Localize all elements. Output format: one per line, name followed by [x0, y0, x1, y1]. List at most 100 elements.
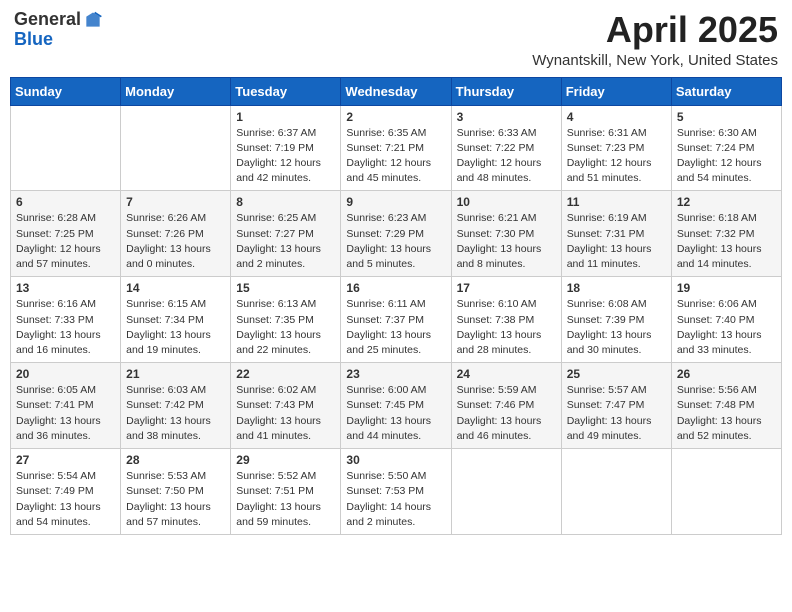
- sunrise-text: Sunrise: 6:11 AM: [346, 298, 425, 310]
- sunrise-text: Sunrise: 6:28 AM: [16, 212, 96, 224]
- sunrise-text: Sunrise: 6:35 AM: [346, 127, 426, 139]
- header-wednesday: Wednesday: [341, 77, 451, 105]
- day-info: Sunrise: 6:11 AM Sunset: 7:37 PM Dayligh…: [346, 297, 445, 358]
- daylight-text: Daylight: 12 hours and 51 minutes.: [567, 157, 652, 184]
- calendar-cell: 17 Sunrise: 6:10 AM Sunset: 7:38 PM Dayl…: [451, 277, 561, 363]
- day-info: Sunrise: 5:56 AM Sunset: 7:48 PM Dayligh…: [677, 383, 776, 444]
- day-info: Sunrise: 6:05 AM Sunset: 7:41 PM Dayligh…: [16, 383, 115, 444]
- sunset-text: Sunset: 7:49 PM: [16, 485, 94, 497]
- calendar-cell: 1 Sunrise: 6:37 AM Sunset: 7:19 PM Dayli…: [231, 105, 341, 191]
- sunset-text: Sunset: 7:53 PM: [346, 485, 424, 497]
- day-info: Sunrise: 5:53 AM Sunset: 7:50 PM Dayligh…: [126, 469, 225, 530]
- day-number: 19: [677, 281, 776, 295]
- day-number: 27: [16, 453, 115, 467]
- calendar-week-1: 1 Sunrise: 6:37 AM Sunset: 7:19 PM Dayli…: [11, 105, 782, 191]
- calendar-cell: 7 Sunrise: 6:26 AM Sunset: 7:26 PM Dayli…: [121, 191, 231, 277]
- sunset-text: Sunset: 7:38 PM: [457, 314, 535, 326]
- day-info: Sunrise: 6:00 AM Sunset: 7:45 PM Dayligh…: [346, 383, 445, 444]
- sunrise-text: Sunrise: 5:53 AM: [126, 470, 206, 482]
- calendar-cell: 3 Sunrise: 6:33 AM Sunset: 7:22 PM Dayli…: [451, 105, 561, 191]
- calendar-cell: 12 Sunrise: 6:18 AM Sunset: 7:32 PM Dayl…: [671, 191, 781, 277]
- daylight-text: Daylight: 13 hours and 30 minutes.: [567, 329, 652, 356]
- daylight-text: Daylight: 13 hours and 49 minutes.: [567, 415, 652, 442]
- day-number: 1: [236, 110, 335, 124]
- sunset-text: Sunset: 7:32 PM: [677, 228, 755, 240]
- calendar-cell: 19 Sunrise: 6:06 AM Sunset: 7:40 PM Dayl…: [671, 277, 781, 363]
- calendar-week-2: 6 Sunrise: 6:28 AM Sunset: 7:25 PM Dayli…: [11, 191, 782, 277]
- calendar-cell: 5 Sunrise: 6:30 AM Sunset: 7:24 PM Dayli…: [671, 105, 781, 191]
- day-number: 14: [126, 281, 225, 295]
- daylight-text: Daylight: 13 hours and 54 minutes.: [16, 501, 101, 528]
- sunrise-text: Sunrise: 5:52 AM: [236, 470, 316, 482]
- sunset-text: Sunset: 7:31 PM: [567, 228, 645, 240]
- day-number: 12: [677, 195, 776, 209]
- calendar-cell: 15 Sunrise: 6:13 AM Sunset: 7:35 PM Dayl…: [231, 277, 341, 363]
- calendar-cell: 8 Sunrise: 6:25 AM Sunset: 7:27 PM Dayli…: [231, 191, 341, 277]
- sunset-text: Sunset: 7:30 PM: [457, 228, 535, 240]
- day-number: 10: [457, 195, 556, 209]
- day-number: 17: [457, 281, 556, 295]
- daylight-text: Daylight: 13 hours and 57 minutes.: [126, 501, 211, 528]
- daylight-text: Daylight: 13 hours and 2 minutes.: [236, 243, 321, 270]
- day-info: Sunrise: 6:26 AM Sunset: 7:26 PM Dayligh…: [126, 211, 225, 272]
- daylight-text: Daylight: 13 hours and 16 minutes.: [16, 329, 101, 356]
- day-number: 4: [567, 110, 666, 124]
- calendar-cell: [671, 449, 781, 535]
- day-info: Sunrise: 6:03 AM Sunset: 7:42 PM Dayligh…: [126, 383, 225, 444]
- daylight-text: Daylight: 13 hours and 38 minutes.: [126, 415, 211, 442]
- calendar-cell: 4 Sunrise: 6:31 AM Sunset: 7:23 PM Dayli…: [561, 105, 671, 191]
- calendar-cell: 20 Sunrise: 6:05 AM Sunset: 7:41 PM Dayl…: [11, 363, 121, 449]
- sunrise-text: Sunrise: 5:54 AM: [16, 470, 96, 482]
- header-saturday: Saturday: [671, 77, 781, 105]
- logo-blue: Blue: [14, 29, 53, 49]
- day-number: 20: [16, 367, 115, 381]
- day-number: 23: [346, 367, 445, 381]
- sunrise-text: Sunrise: 6:26 AM: [126, 212, 206, 224]
- calendar-cell: 10 Sunrise: 6:21 AM Sunset: 7:30 PM Dayl…: [451, 191, 561, 277]
- sunset-text: Sunset: 7:51 PM: [236, 485, 314, 497]
- calendar-cell: 28 Sunrise: 5:53 AM Sunset: 7:50 PM Dayl…: [121, 449, 231, 535]
- sunset-text: Sunset: 7:39 PM: [567, 314, 645, 326]
- sunset-text: Sunset: 7:24 PM: [677, 142, 755, 154]
- daylight-text: Daylight: 13 hours and 44 minutes.: [346, 415, 431, 442]
- calendar-cell: 13 Sunrise: 6:16 AM Sunset: 7:33 PM Dayl…: [11, 277, 121, 363]
- day-number: 11: [567, 195, 666, 209]
- sunrise-text: Sunrise: 5:57 AM: [567, 384, 647, 396]
- calendar-table: Sunday Monday Tuesday Wednesday Thursday…: [10, 77, 782, 535]
- calendar-cell: 22 Sunrise: 6:02 AM Sunset: 7:43 PM Dayl…: [231, 363, 341, 449]
- day-info: Sunrise: 6:28 AM Sunset: 7:25 PM Dayligh…: [16, 211, 115, 272]
- day-info: Sunrise: 6:37 AM Sunset: 7:19 PM Dayligh…: [236, 126, 335, 187]
- page-header: General Blue April 2025 Wynantskill, New…: [10, 10, 782, 69]
- day-info: Sunrise: 5:59 AM Sunset: 7:46 PM Dayligh…: [457, 383, 556, 444]
- day-number: 26: [677, 367, 776, 381]
- day-number: 18: [567, 281, 666, 295]
- sunrise-text: Sunrise: 6:00 AM: [346, 384, 426, 396]
- sunrise-text: Sunrise: 6:23 AM: [346, 212, 426, 224]
- calendar-cell: 21 Sunrise: 6:03 AM Sunset: 7:42 PM Dayl…: [121, 363, 231, 449]
- sunset-text: Sunset: 7:48 PM: [677, 399, 755, 411]
- day-info: Sunrise: 5:54 AM Sunset: 7:49 PM Dayligh…: [16, 469, 115, 530]
- day-info: Sunrise: 5:52 AM Sunset: 7:51 PM Dayligh…: [236, 469, 335, 530]
- calendar-week-4: 20 Sunrise: 6:05 AM Sunset: 7:41 PM Dayl…: [11, 363, 782, 449]
- calendar-cell: [11, 105, 121, 191]
- calendar-cell: 25 Sunrise: 5:57 AM Sunset: 7:47 PM Dayl…: [561, 363, 671, 449]
- daylight-text: Daylight: 13 hours and 11 minutes.: [567, 243, 652, 270]
- calendar-cell: 30 Sunrise: 5:50 AM Sunset: 7:53 PM Dayl…: [341, 449, 451, 535]
- day-number: 22: [236, 367, 335, 381]
- sunset-text: Sunset: 7:23 PM: [567, 142, 645, 154]
- day-number: 8: [236, 195, 335, 209]
- day-number: 2: [346, 110, 445, 124]
- sunset-text: Sunset: 7:19 PM: [236, 142, 314, 154]
- daylight-text: Daylight: 13 hours and 41 minutes.: [236, 415, 321, 442]
- calendar-cell: 16 Sunrise: 6:11 AM Sunset: 7:37 PM Dayl…: [341, 277, 451, 363]
- sunset-text: Sunset: 7:45 PM: [346, 399, 424, 411]
- day-info: Sunrise: 6:15 AM Sunset: 7:34 PM Dayligh…: [126, 297, 225, 358]
- daylight-text: Daylight: 13 hours and 28 minutes.: [457, 329, 542, 356]
- sunset-text: Sunset: 7:37 PM: [346, 314, 424, 326]
- logo-general: General: [14, 10, 81, 30]
- sunrise-text: Sunrise: 6:03 AM: [126, 384, 206, 396]
- sunset-text: Sunset: 7:33 PM: [16, 314, 94, 326]
- calendar-cell: 24 Sunrise: 5:59 AM Sunset: 7:46 PM Dayl…: [451, 363, 561, 449]
- day-number: 13: [16, 281, 115, 295]
- sunrise-text: Sunrise: 6:31 AM: [567, 127, 647, 139]
